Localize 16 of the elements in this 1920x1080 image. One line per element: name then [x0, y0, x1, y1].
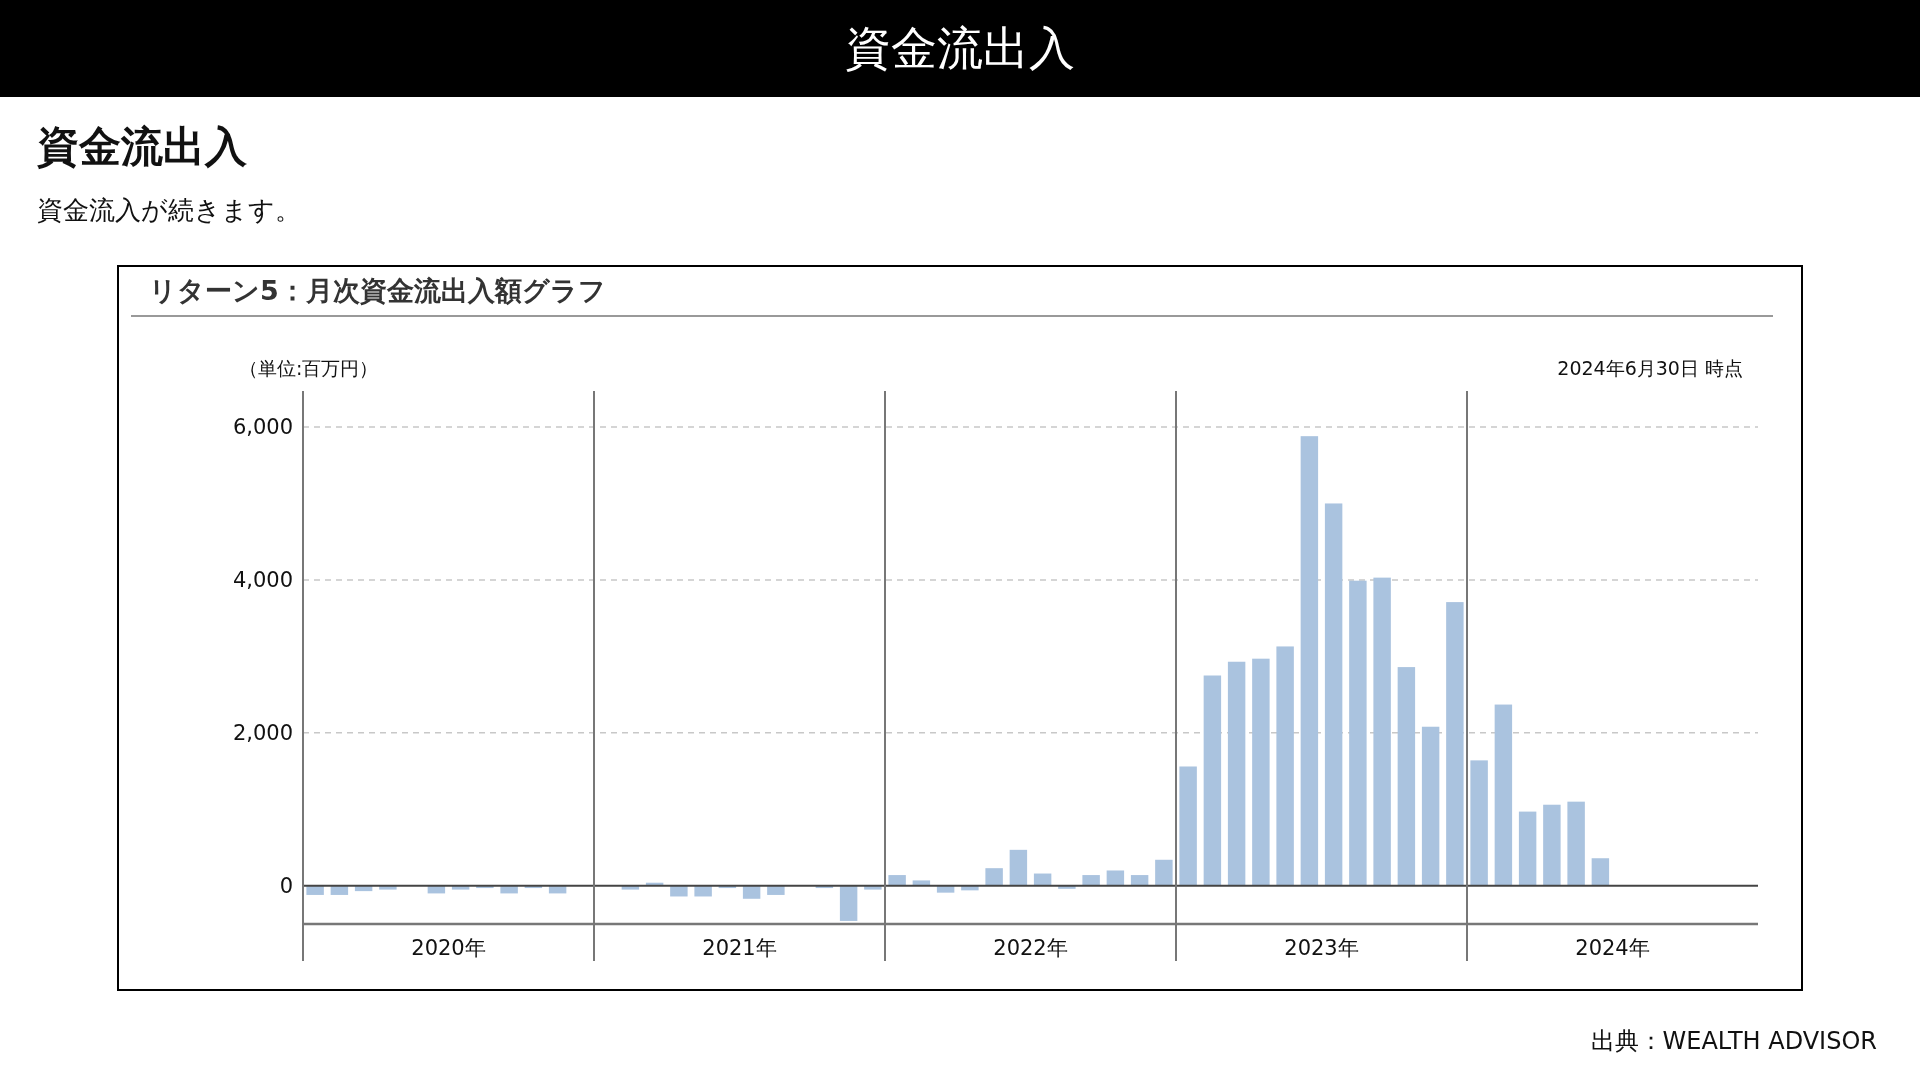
- y-tick-label: 6,000: [232, 415, 293, 439]
- y-tick-label: 4,000: [232, 567, 293, 592]
- year-label: 2023年: [1284, 936, 1359, 960]
- chart-title: リターン5：月次資金流出入額グラフ: [131, 267, 1773, 317]
- source-note: 出典：WEALTH ADVISOR: [1589, 1026, 1877, 1057]
- year-label: 2022年: [993, 936, 1068, 960]
- lead-text: 資金流入が続きます。: [37, 194, 302, 227]
- year-label: 2021年: [702, 936, 777, 960]
- year-label: 2020年: [411, 936, 486, 960]
- year-label: 2024年: [1575, 936, 1650, 960]
- header-title: 資金流出入: [845, 19, 1075, 77]
- section-heading: 資金流出入: [37, 121, 248, 173]
- y-tick-label: 0: [279, 873, 293, 898]
- y-tick-label: 2,000: [232, 720, 293, 745]
- unit-label: （単位:百万円）: [239, 356, 379, 381]
- as-of-date: 2024年6月30日 時点: [1557, 356, 1743, 381]
